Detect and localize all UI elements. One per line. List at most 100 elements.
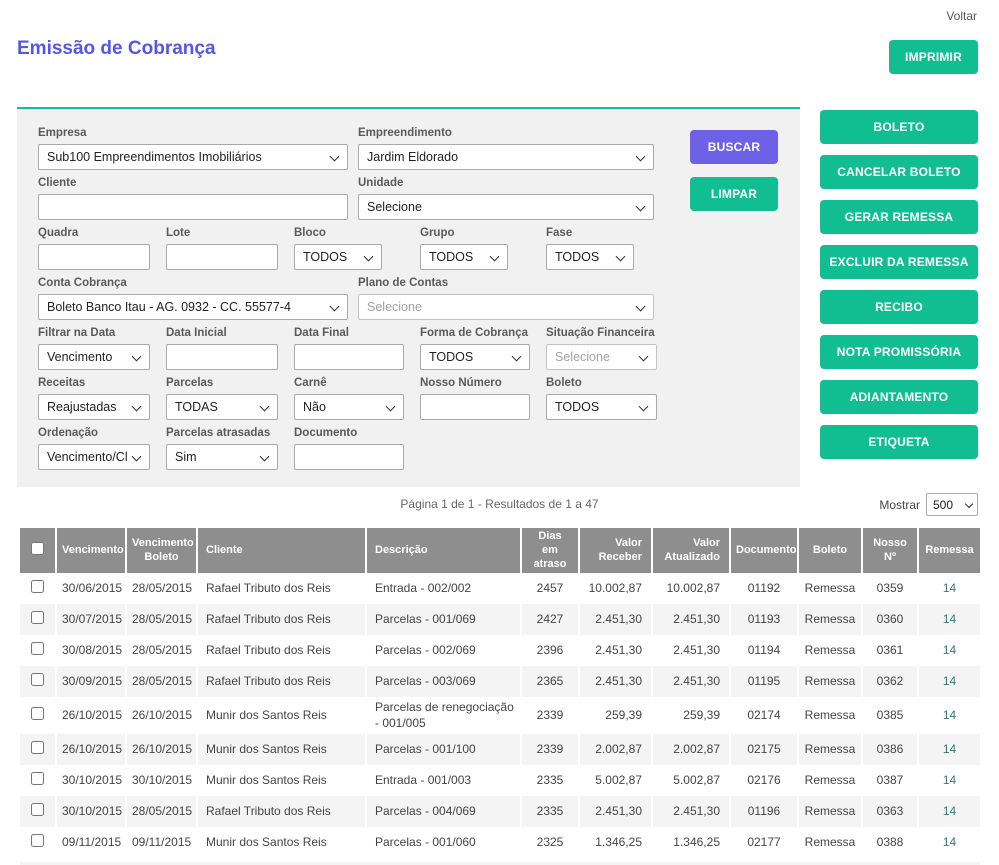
boleto-button[interactable]: BOLETO bbox=[820, 110, 978, 144]
situacao-financeira-select[interactable]: Selecione bbox=[546, 344, 657, 370]
cell-cliente: Munir dos Santos Reis bbox=[197, 734, 366, 765]
cell-documento: 01194 bbox=[730, 635, 798, 666]
cliente-field: Cliente bbox=[38, 177, 348, 220]
quadra-input[interactable] bbox=[38, 244, 150, 270]
fase-field: Fase TODOS bbox=[546, 227, 657, 270]
chevron-down-icon bbox=[639, 352, 649, 362]
chevron-down-icon bbox=[132, 452, 142, 462]
row-checkbox[interactable] bbox=[31, 803, 44, 816]
nosso-numero-input[interactable] bbox=[420, 394, 530, 420]
conta-cobranca-select[interactable]: Boleto Banco Itau - AG. 0932 - CC. 55577… bbox=[38, 294, 348, 320]
table-row: 30/10/201530/10/2015Munir dos Santos Rei… bbox=[20, 765, 980, 796]
select-all-checkbox[interactable] bbox=[31, 542, 44, 555]
forma-de-cobranca-field: Forma de Cobrança TODOS bbox=[420, 327, 530, 370]
boleto-label: Boleto bbox=[546, 377, 657, 392]
gerar-remessa-button[interactable]: GERAR REMESSA bbox=[820, 200, 978, 234]
parcelas-select[interactable]: TODAS bbox=[166, 394, 278, 420]
col-documento: Documento bbox=[730, 528, 798, 573]
empresa-select[interactable]: Sub100 Empreendimentos Imobiliários bbox=[38, 144, 348, 170]
cliente-label: Cliente bbox=[38, 177, 348, 192]
print-button[interactable]: IMPRIMIR bbox=[889, 40, 978, 74]
cell-cliente: Rafael Tributo dos Reis bbox=[197, 666, 366, 697]
cell-remessa: 14 bbox=[918, 697, 980, 734]
parcelas-atrasadas-select[interactable]: Sim bbox=[166, 444, 278, 470]
row-checkbox[interactable] bbox=[31, 741, 44, 754]
row-checkbox[interactable] bbox=[31, 611, 44, 624]
cell-vencimento: 09/11/2015 bbox=[56, 827, 126, 858]
cell-valor_receber: 2.451,30 bbox=[579, 796, 652, 827]
cell-valor_atualizado: 2.451,30 bbox=[652, 666, 730, 697]
cell-remessa: 14 bbox=[918, 604, 980, 635]
carne-field: Carnê Não bbox=[294, 377, 404, 420]
cell-vencimento: 30/10/2015 bbox=[56, 765, 126, 796]
data-final-input[interactable] bbox=[294, 344, 404, 370]
boleto-select[interactable]: TODOS bbox=[546, 394, 657, 420]
buscar-button[interactable]: BUSCAR bbox=[690, 130, 778, 164]
limpar-button[interactable]: LIMPAR bbox=[690, 177, 778, 211]
forma-de-cobranca-select[interactable]: TODOS bbox=[420, 344, 530, 370]
results-table: Vencimento Vencimento Boleto Cliente Des… bbox=[20, 528, 980, 858]
unidade-select[interactable]: Selecione bbox=[358, 194, 654, 220]
receitas-label: Receitas bbox=[38, 377, 150, 392]
ordenacao-field: Ordenação Vencimento/Clier bbox=[38, 427, 150, 470]
row-checkbox[interactable] bbox=[31, 772, 44, 785]
documento-input[interactable] bbox=[294, 444, 404, 470]
cell-valor_receber: 2.002,87 bbox=[579, 734, 652, 765]
cell-valor_receber: 5.002,87 bbox=[579, 765, 652, 796]
parcelas-atrasadas-label: Parcelas atrasadas bbox=[166, 427, 278, 442]
lote-label: Lote bbox=[166, 227, 278, 242]
select-all-cell bbox=[20, 528, 56, 573]
page-title: Emissão de Cobrança bbox=[17, 38, 216, 60]
row-checkbox[interactable] bbox=[31, 834, 44, 847]
page-size-select[interactable]: 500 bbox=[926, 493, 978, 516]
cell-valor_receber: 2.451,30 bbox=[579, 666, 652, 697]
empreendimento-field: Empreendimento Jardim Eldorado bbox=[358, 127, 654, 170]
recibo-button[interactable]: RECIBO bbox=[820, 290, 978, 324]
cancelar-boleto-button[interactable]: CANCELAR BOLETO bbox=[820, 155, 978, 189]
bloco-select[interactable]: TODOS bbox=[294, 244, 382, 270]
parcelas-field: Parcelas TODAS bbox=[166, 377, 278, 420]
back-link[interactable]: Voltar bbox=[946, 9, 977, 23]
row-checkbox[interactable] bbox=[31, 642, 44, 655]
cell-remessa: 14 bbox=[918, 635, 980, 666]
conta-cobranca-field: Conta Cobrança Boleto Banco Itau - AG. 0… bbox=[38, 277, 348, 320]
cell-valor_atualizado: 1.346,25 bbox=[652, 827, 730, 858]
cell-nosso_numero: 0362 bbox=[862, 666, 918, 697]
row-checkbox[interactable] bbox=[31, 707, 44, 720]
fase-select[interactable]: TODOS bbox=[546, 244, 634, 270]
cell-dias_em_atraso: 2325 bbox=[521, 827, 579, 858]
cell-valor_receber: 10.002,87 bbox=[579, 573, 652, 604]
cell-dias_em_atraso: 2427 bbox=[521, 604, 579, 635]
cell-vencimento: 26/10/2015 bbox=[56, 697, 126, 734]
cliente-input[interactable] bbox=[38, 194, 348, 220]
adiantamento-button[interactable]: ADIANTAMENTO bbox=[820, 380, 978, 414]
data-inicial-input[interactable] bbox=[166, 344, 278, 370]
nosso-numero-field: Nosso Número bbox=[420, 377, 530, 420]
empreendimento-label: Empreendimento bbox=[358, 127, 654, 142]
carne-select[interactable]: Não bbox=[294, 394, 404, 420]
chevron-down-icon bbox=[132, 352, 142, 362]
empreendimento-select[interactable]: Jardim Eldorado bbox=[358, 144, 654, 170]
cell-dias_em_atraso: 2457 bbox=[521, 573, 579, 604]
nota-promissoria-button[interactable]: NOTA PROMISSÓRIA bbox=[820, 335, 978, 369]
receitas-select[interactable]: Reajustadas bbox=[38, 394, 150, 420]
cell-vencimento_boleto: 28/05/2015 bbox=[126, 573, 197, 604]
cell-vencimento: 30/07/2015 bbox=[56, 604, 126, 635]
cell-cliente: Rafael Tributo dos Reis bbox=[197, 796, 366, 827]
grupo-select[interactable]: TODOS bbox=[420, 244, 508, 270]
filtrar-na-data-select[interactable]: Vencimento bbox=[38, 344, 150, 370]
row-checkbox[interactable] bbox=[31, 580, 44, 593]
nosso-numero-label: Nosso Número bbox=[420, 377, 530, 392]
cell-dias_em_atraso: 2335 bbox=[521, 765, 579, 796]
row-checkbox[interactable] bbox=[31, 673, 44, 686]
plano-de-contas-select[interactable]: Selecione bbox=[358, 294, 654, 320]
lote-input[interactable] bbox=[166, 244, 278, 270]
data-final-field: Data Final bbox=[294, 327, 404, 370]
etiqueta-button[interactable]: ETIQUETA bbox=[820, 425, 978, 459]
ordenacao-select[interactable]: Vencimento/Clier bbox=[38, 444, 150, 470]
grupo-label: Grupo bbox=[420, 227, 530, 242]
col-valor-atualizado: Valor Atualizado bbox=[652, 528, 730, 573]
data-inicial-field: Data Inicial bbox=[166, 327, 278, 370]
excluir-da-remessa-button[interactable]: EXCLUIR DA REMESSA bbox=[820, 245, 978, 279]
cell-nosso_numero: 0361 bbox=[862, 635, 918, 666]
